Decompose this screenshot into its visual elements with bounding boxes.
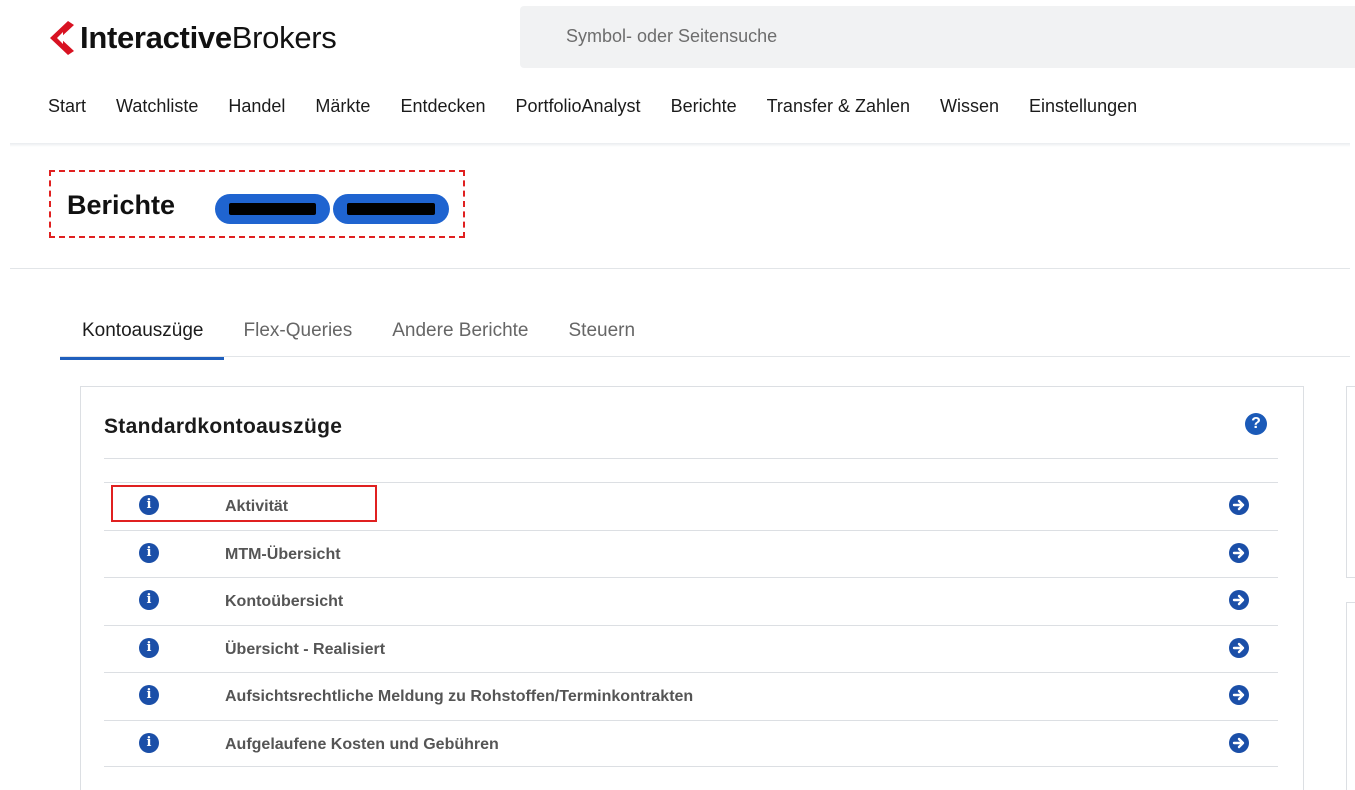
statement-label[interactable]: MTM-Übersicht	[225, 546, 341, 564]
nav-item-wissen[interactable]: Wissen	[940, 96, 999, 117]
arrow-right-circle-icon[interactable]	[1229, 495, 1249, 515]
statement-row-mtm[interactable]: i MTM-Übersicht	[104, 529, 1278, 578]
main-nav: Start Watchliste Handel Märkte Entdecken…	[48, 96, 1137, 117]
ib-logo[interactable]: InteractiveBrokers	[48, 14, 337, 62]
question-circle-icon[interactable]: ?	[1245, 413, 1267, 435]
redaction-bar	[229, 203, 316, 215]
nav-item-handel[interactable]: Handel	[228, 96, 285, 117]
statement-list: i Aktivität i MTM-Übersicht i Kontoübers…	[104, 482, 1278, 767]
statement-row-realisiert[interactable]: i Übersicht - Realisiert	[104, 624, 1278, 673]
panel-title: Standardkontoauszüge	[104, 415, 343, 438]
info-icon[interactable]: i	[139, 542, 159, 563]
info-icon[interactable]: i	[139, 590, 159, 610]
info-icon[interactable]: i	[139, 637, 159, 658]
ib-logo-icon	[50, 21, 74, 55]
arrow-right-circle-icon[interactable]	[1229, 732, 1249, 753]
arrow-right-circle-icon[interactable]	[1229, 685, 1249, 705]
account-pill[interactable]	[215, 194, 330, 224]
search-input[interactable]: Symbol- oder Seitensuche	[520, 6, 1355, 68]
nav-item-einstellungen[interactable]: Einstellungen	[1029, 96, 1137, 117]
nav-item-maerkte[interactable]: Märkte	[315, 96, 370, 117]
nav-item-watchliste[interactable]: Watchliste	[116, 96, 198, 117]
statement-label[interactable]: Aufsichtsrechtliche Meldung zu Rohstoffe…	[225, 688, 693, 706]
nav-item-transfer[interactable]: Transfer & Zahlen	[767, 96, 910, 117]
account-pill[interactable]	[333, 194, 449, 224]
tab-steuern[interactable]: Steuern	[549, 318, 656, 360]
report-tabs: Kontoauszüge Flex-Queries Andere Bericht…	[60, 318, 655, 360]
info-icon[interactable]: i	[139, 732, 159, 753]
tab-kontoauszuege[interactable]: Kontoauszüge	[60, 318, 224, 360]
aktivitaet-highlight-box	[111, 485, 377, 522]
redaction-bar	[347, 203, 435, 215]
nav-item-berichte[interactable]: Berichte	[671, 96, 737, 117]
search-placeholder: Symbol- oder Seitensuche	[566, 26, 778, 46]
page-title: Berichte	[67, 190, 176, 220]
statement-row-kosten-gebuehren[interactable]: i Aufgelaufene Kosten und Gebühren	[104, 719, 1278, 767]
tabs-divider	[60, 356, 1350, 357]
nav-item-entdecken[interactable]: Entdecken	[400, 96, 485, 117]
nav-item-start[interactable]: Start	[48, 96, 86, 117]
logo-text: InteractiveBrokers	[80, 20, 337, 55]
title-divider	[10, 268, 1350, 269]
arrow-right-circle-icon[interactable]	[1229, 637, 1249, 658]
standard-statements-panel: Standardkontoauszüge ? i Aktivität i MTM…	[80, 386, 1304, 790]
side-card	[1346, 602, 1355, 790]
nav-item-portfolioanalyst[interactable]: PortfolioAnalyst	[516, 96, 641, 117]
statement-label[interactable]: Kontoübersicht	[225, 593, 343, 611]
tab-andere-berichte[interactable]: Andere Berichte	[372, 318, 548, 360]
statement-row-kontouebersicht[interactable]: i Kontoübersicht	[104, 577, 1278, 625]
nav-divider	[10, 143, 1350, 147]
arrow-right-circle-icon[interactable]	[1229, 590, 1249, 610]
statement-row-aufsichtsrechtliche-meldung[interactable]: i Aufsichtsrechtliche Meldung zu Rohstof…	[104, 672, 1278, 720]
tab-flex-queries[interactable]: Flex-Queries	[224, 318, 373, 360]
info-icon[interactable]: i	[139, 685, 159, 705]
side-card	[1346, 386, 1355, 578]
arrow-right-circle-icon[interactable]	[1229, 542, 1249, 563]
panel-divider	[104, 458, 1278, 459]
statement-label[interactable]: Übersicht - Realisiert	[225, 641, 385, 659]
statement-label[interactable]: Aufgelaufene Kosten und Gebühren	[225, 736, 499, 754]
